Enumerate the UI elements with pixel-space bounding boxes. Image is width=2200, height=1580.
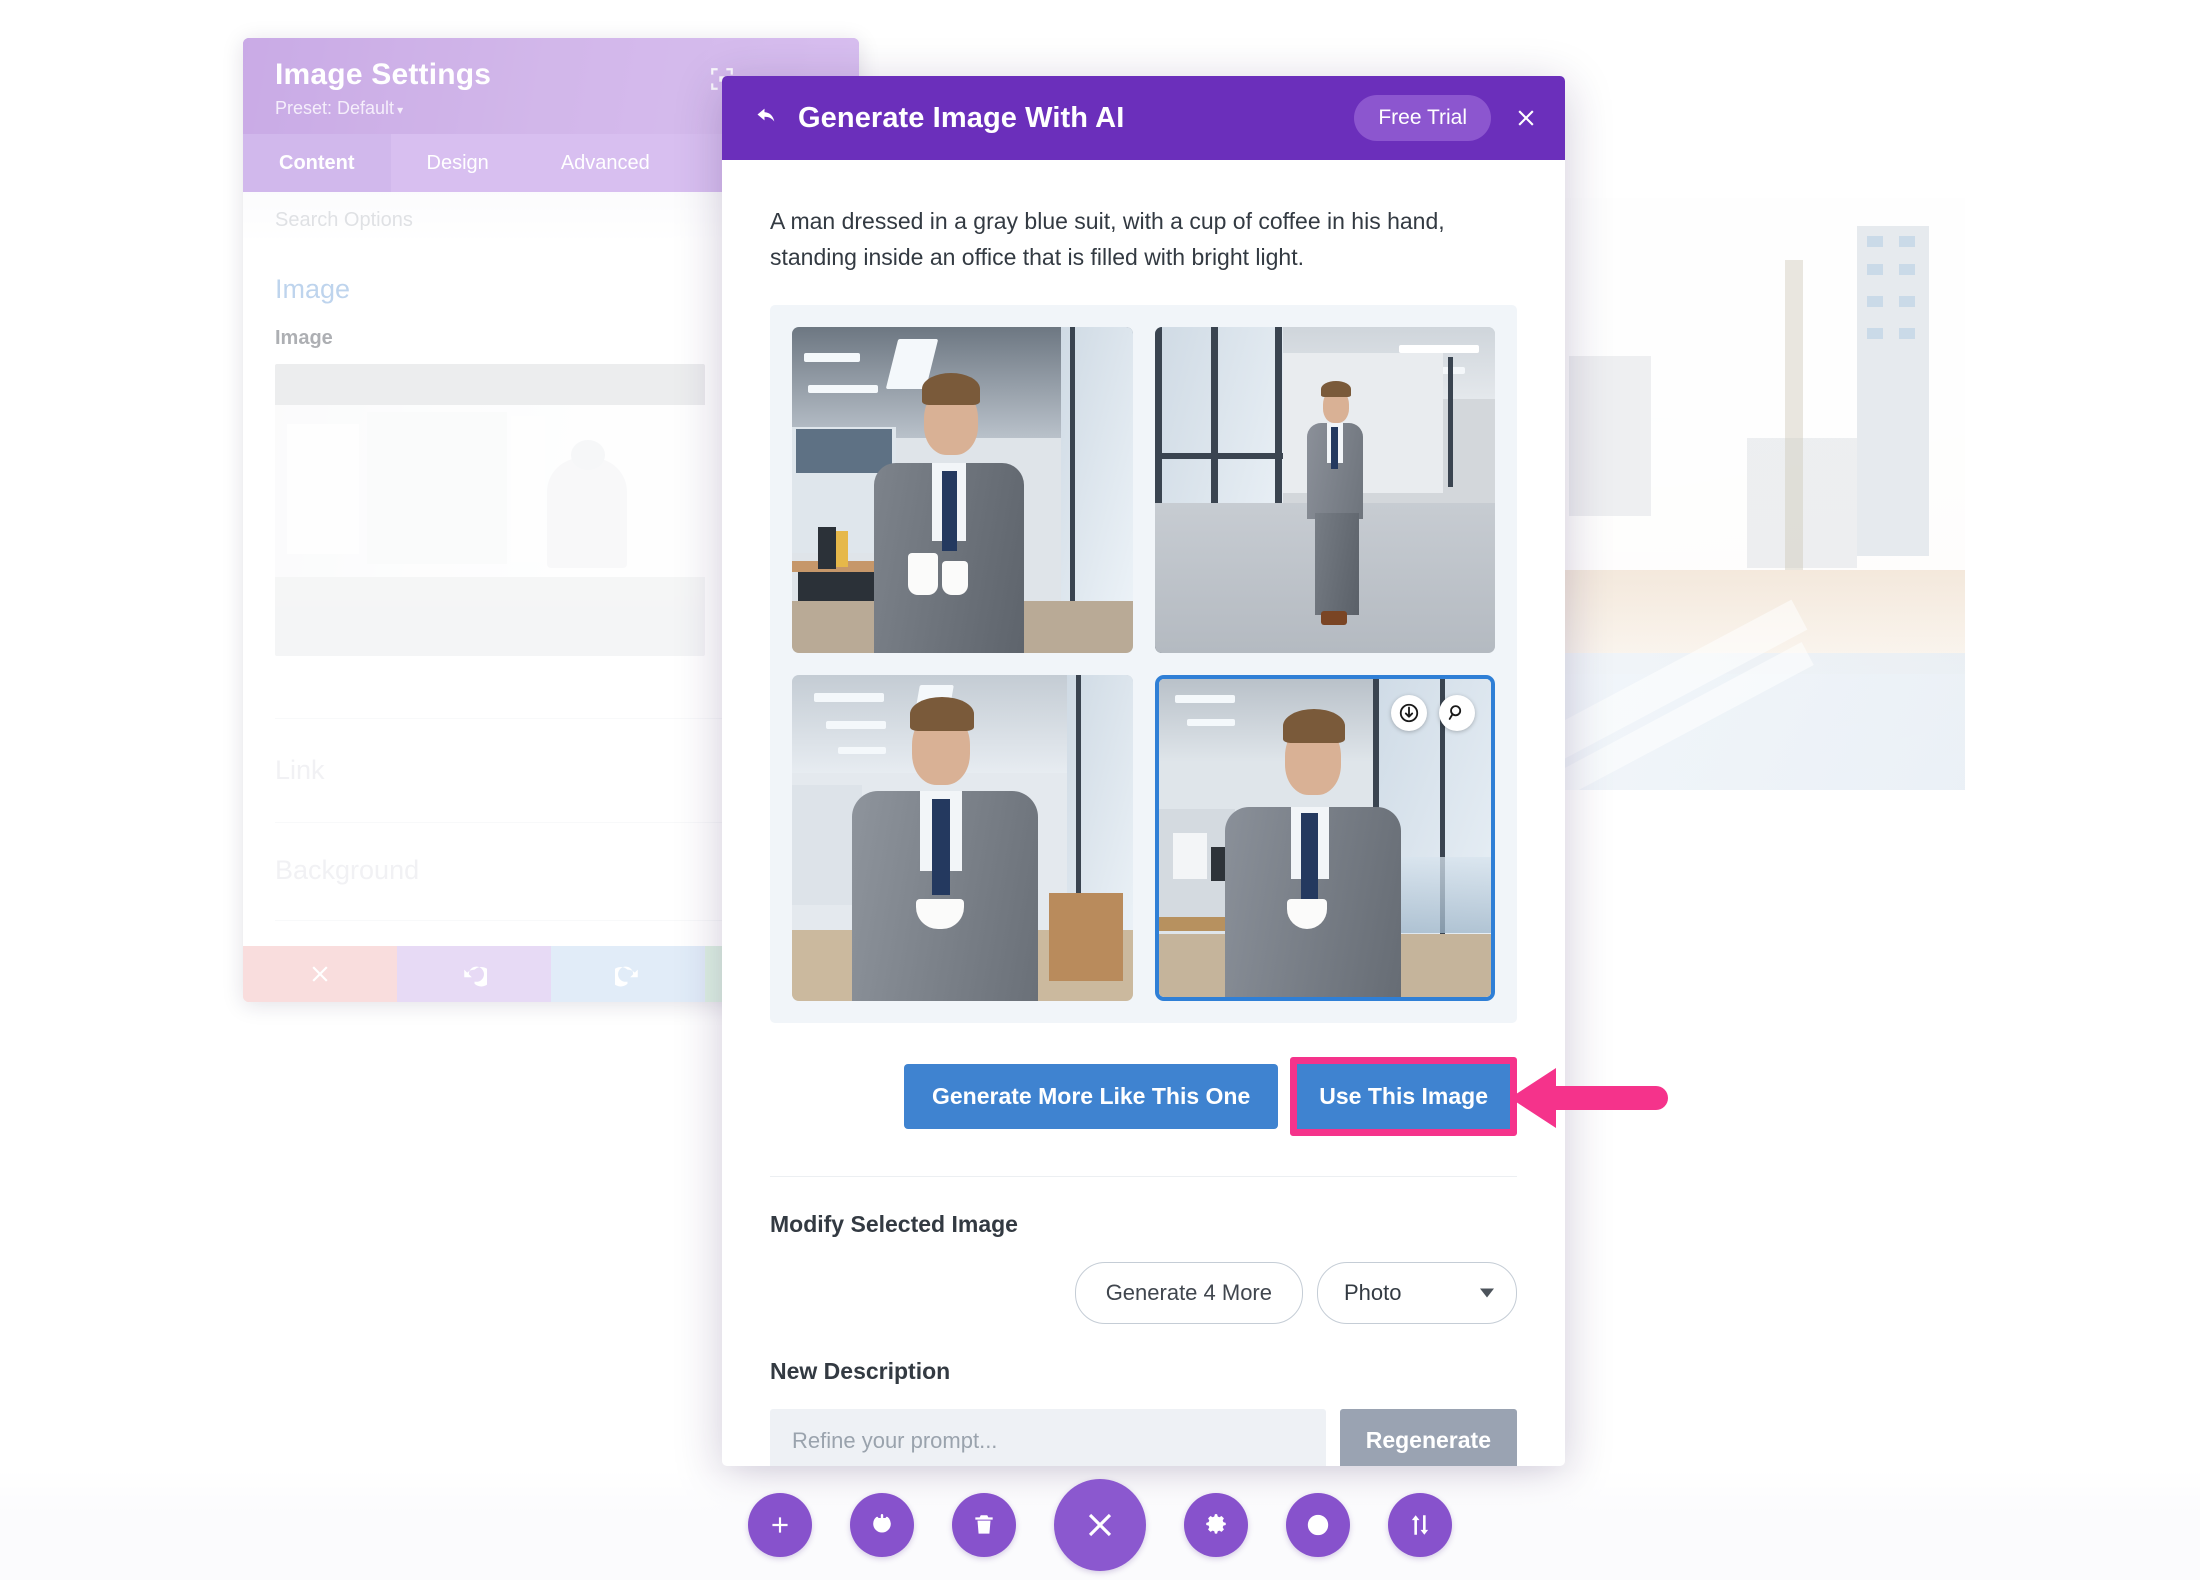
generated-images-grid [770,305,1517,1024]
generated-image-1[interactable] [792,327,1133,654]
generate-more-like-this-button[interactable]: Generate More Like This One [904,1064,1279,1130]
free-trial-badge[interactable]: Free Trial [1354,95,1491,141]
ai-modal-title: Generate Image With AI [798,101,1125,134]
tab-advanced[interactable]: Advanced [525,134,686,192]
undo-button[interactable] [397,946,551,1002]
generated-image-4-selected[interactable] [1154,675,1495,1002]
use-this-image-button[interactable]: Use This Image [1297,1064,1510,1130]
annotation-arrow [1510,1058,1672,1138]
generated-image-2[interactable] [1154,327,1495,654]
prompt-description: A man dressed in a gray blue suit, with … [770,208,1445,270]
ai-modal-header: Generate Image With AI Free Trial [722,76,1565,160]
new-description-label: New Description [770,1358,951,1385]
zoom-icon[interactable] [1439,695,1475,732]
close-icon[interactable] [1513,105,1539,131]
tab-design[interactable]: Design [391,134,525,192]
image-preview-thumbnail[interactable] [275,364,705,656]
back-arrow-icon[interactable] [754,104,782,132]
chevron-down-icon: ▾ [397,103,404,117]
tab-content[interactable]: Content [243,134,391,192]
regenerate-button[interactable]: Regenerate [1339,1409,1517,1466]
screen: Image Settings Preset: Default ▾ Content … [0,0,2200,1580]
add-module-button[interactable] [748,1493,812,1557]
modify-controls-row: Generate 4 More Photo [770,1262,1517,1325]
new-description-row: Regenerate [770,1409,1517,1466]
discard-button[interactable] [243,946,397,1002]
background-page-image [1557,198,1965,790]
responsive-button[interactable] [1388,1493,1452,1557]
delete-button[interactable] [952,1493,1016,1557]
generate-image-ai-modal: Generate Image With AI Free Trial A man … [722,76,1565,1466]
primary-actions-row: Generate More Like This One Use This Ima… [770,1057,1517,1137]
save-draft-button[interactable] [850,1493,914,1557]
modify-selected-image-label: Modify Selected Image [770,1211,1018,1238]
download-icon[interactable] [1391,695,1427,732]
divider [770,1176,1517,1178]
use-this-image-highlight: Use This Image [1290,1057,1517,1137]
chevron-down-icon [1480,1288,1494,1298]
builder-toolbar [0,1470,2200,1580]
close-builder-button[interactable] [1054,1479,1146,1571]
refine-prompt-input[interactable] [770,1409,1326,1466]
generate-4-more-button[interactable]: Generate 4 More [1074,1262,1303,1325]
style-select-value: Photo [1344,1280,1402,1306]
ai-modal-body: A man dressed in a gray blue suit, with … [722,160,1565,1466]
settings-button[interactable] [1184,1493,1248,1557]
style-select[interactable]: Photo [1317,1262,1517,1325]
history-button[interactable] [1286,1493,1350,1557]
generated-image-3[interactable] [792,675,1133,1002]
preset-label: Preset: Default [275,98,395,118]
redo-button[interactable] [551,946,705,1002]
image-overlay-actions [1391,695,1475,732]
